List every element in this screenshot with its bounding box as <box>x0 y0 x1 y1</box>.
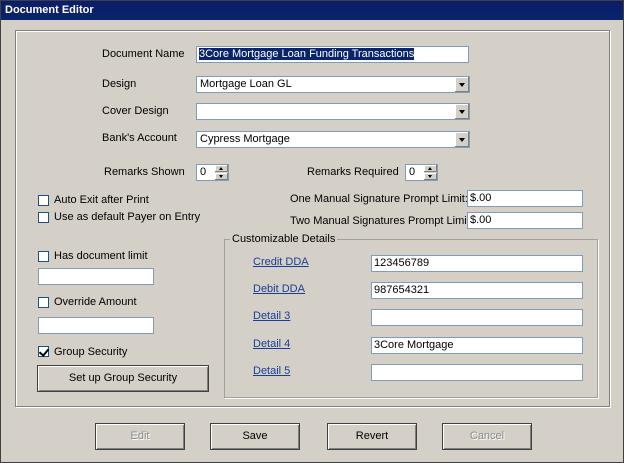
detail-link-detail-4[interactable]: Detail 4 <box>253 338 290 350</box>
banks-account-select[interactable]: Cypress Mortgage <box>196 131 470 148</box>
remarks-required-value: 0 <box>409 166 416 178</box>
design-select[interactable]: Mortgage Loan GL <box>196 76 470 93</box>
customizable-details-title: Customizable Details <box>230 233 338 245</box>
document-editor-window: Document Editor Document Name 3Core Mort… <box>0 0 624 463</box>
override-amount-input[interactable] <box>38 317 154 334</box>
cancel-button[interactable]: Cancel <box>442 423 532 450</box>
document-name-label: Document Name <box>102 48 185 60</box>
banks-account-value: Cypress Mortgage <box>200 133 290 145</box>
spinner-buttons <box>215 165 228 180</box>
remarks-required-spinner[interactable]: 0 <box>405 164 438 181</box>
remarks-shown-spinner[interactable]: 0 <box>196 164 229 181</box>
detail-input-credit-dda[interactable]: 123456789 <box>371 255 583 272</box>
spin-up-icon[interactable] <box>215 165 228 172</box>
design-label: Design <box>102 78 137 90</box>
auto-exit-label: Auto Exit after Print <box>54 194 149 206</box>
group-security-label: Group Security <box>54 346 128 358</box>
override-amount-label: Override Amount <box>54 296 137 308</box>
one-signature-label: One Manual Signature Prompt Limit: <box>290 193 468 205</box>
document-name-value: 3Core Mortgage Loan Funding Transactions <box>199 48 415 60</box>
detail-input-detail-4[interactable]: 3Core Mortgage <box>371 337 583 354</box>
override-amount-checkbox[interactable] <box>38 297 49 308</box>
detail-input-debit-dda[interactable]: 987654321 <box>371 282 583 299</box>
detail-link-debit-dda[interactable]: Debit DDA <box>253 283 305 295</box>
revert-button[interactable]: Revert <box>327 423 417 450</box>
edit-button[interactable]: Edit <box>95 423 185 450</box>
save-button[interactable]: Save <box>210 423 300 450</box>
default-payer-checkbox[interactable] <box>38 212 49 223</box>
design-value: Mortgage Loan GL <box>200 78 292 90</box>
detail-input-detail-3[interactable] <box>371 309 583 326</box>
two-signatures-label: Two Manual Signatures Prompt Limit: <box>290 215 473 227</box>
spinner-buttons <box>424 165 437 180</box>
cover-design-select[interactable] <box>196 103 470 120</box>
auto-exit-checkbox[interactable] <box>38 195 49 206</box>
group-security-checkbox[interactable] <box>38 346 49 357</box>
spin-up-icon[interactable] <box>424 165 437 172</box>
two-signatures-input[interactable]: $.00 <box>467 212 583 229</box>
default-payer-label: Use as default Payer on Entry <box>54 211 201 223</box>
document-name-input[interactable]: 3Core Mortgage Loan Funding Transactions <box>196 46 469 63</box>
spin-down-icon[interactable] <box>424 173 437 180</box>
spin-down-icon[interactable] <box>215 173 228 180</box>
remarks-shown-label: Remarks Shown <box>104 166 185 178</box>
banks-account-label: Bank's Account <box>102 132 177 144</box>
detail-link-credit-dda[interactable]: Credit DDA <box>253 256 309 268</box>
chevron-down-icon[interactable] <box>454 77 469 92</box>
one-signature-input[interactable]: $.00 <box>467 190 583 207</box>
detail-input-detail-5[interactable] <box>371 364 583 381</box>
has-document-limit-label: Has document limit <box>54 250 148 262</box>
document-limit-input[interactable] <box>38 268 154 285</box>
window-title: Document Editor <box>1 1 623 20</box>
remarks-required-label: Remarks Required <box>307 166 399 178</box>
setup-group-security-button[interactable]: Set up Group Security <box>37 365 209 392</box>
chevron-down-icon[interactable] <box>454 132 469 147</box>
detail-link-detail-3[interactable]: Detail 3 <box>253 310 290 322</box>
detail-link-detail-5[interactable]: Detail 5 <box>253 365 290 377</box>
cover-design-label: Cover Design <box>102 105 169 117</box>
remarks-shown-value: 0 <box>200 166 207 178</box>
has-document-limit-checkbox[interactable] <box>38 251 49 262</box>
chevron-down-icon[interactable] <box>454 104 469 119</box>
